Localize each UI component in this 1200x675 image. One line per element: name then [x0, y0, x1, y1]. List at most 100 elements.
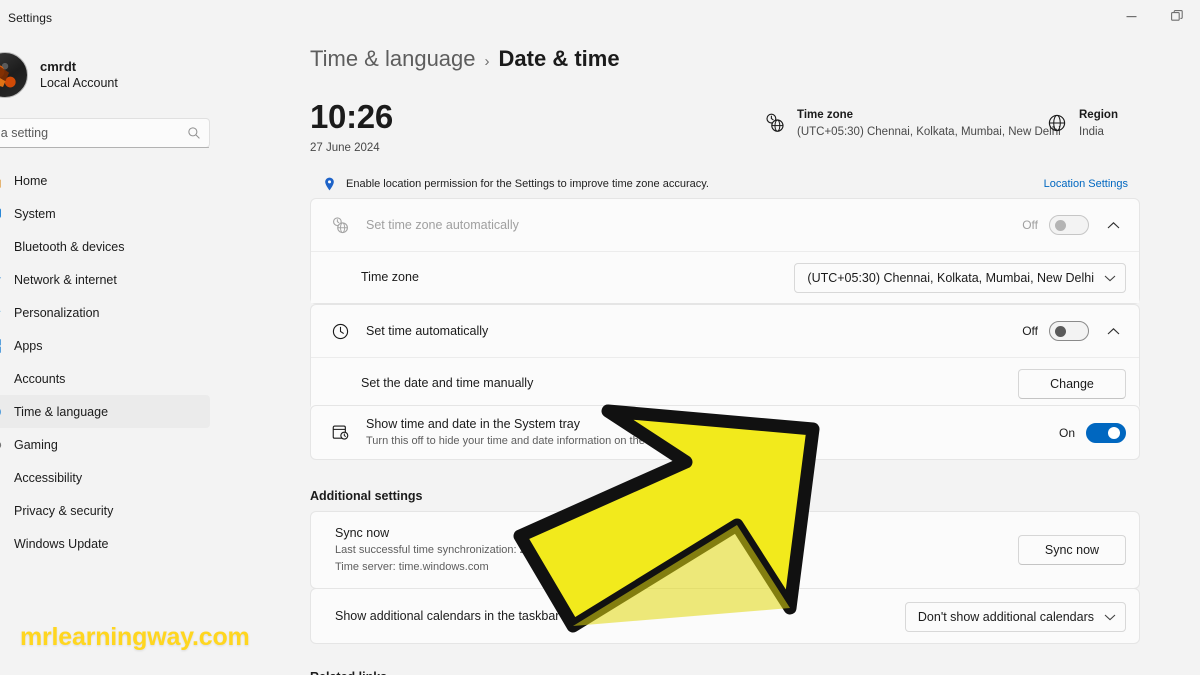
clock-globe-icon — [766, 113, 784, 132]
sidebar-item-personalization[interactable]: Personalization — [0, 296, 210, 329]
sidebar-item-label: Accounts — [14, 371, 66, 386]
sidebar-item-system[interactable]: System — [0, 197, 210, 230]
location-settings-link[interactable]: Location Settings — [1044, 178, 1128, 190]
system-tray-description: Turn this off to hide your time and date… — [366, 435, 684, 448]
sidebar-item-label: Network & internet — [14, 272, 117, 287]
search-input[interactable]: Find a setting — [0, 118, 210, 148]
search-placeholder: Find a setting — [0, 126, 49, 140]
windows-update-icon — [0, 536, 2, 552]
location-permission-banner: Enable location permission for the Setti… — [310, 170, 1140, 197]
privacy-icon — [0, 503, 2, 519]
additional-settings-heading: Additional settings — [310, 489, 423, 503]
sidebar-item-network-internet[interactable]: Network & internet — [0, 263, 210, 296]
sidebar-item-windows-update[interactable]: Windows Update — [0, 527, 210, 560]
settings-window: Settings cmrdt Local Account a setting H… — [0, 0, 1200, 675]
system-icon — [0, 208, 1, 218]
gaming-icon — [0, 441, 2, 448]
set-time-automatically-label: Set time automatically — [366, 323, 489, 338]
sidebar-item-bluetooth-devices[interactable]: Bluetooth & devices — [0, 230, 210, 263]
sidebar-item-privacy-security[interactable]: Privacy & security — [0, 494, 210, 527]
home-icon — [0, 178, 1, 188]
sidebar-item-apps[interactable]: Apps — [0, 329, 210, 362]
current-time: 10:26 — [310, 98, 393, 135]
avatar — [0, 52, 28, 98]
chevron-up-icon — [1107, 327, 1119, 334]
clock-globe-icon — [333, 216, 348, 233]
banner-text: Enable location permission for the Setti… — [346, 177, 709, 190]
set-time-automatically-toggle[interactable] — [1049, 321, 1089, 341]
title-bar: Settings — [0, 0, 1200, 32]
system-tray-card: Show time and date in the System tray Tu… — [310, 405, 1140, 460]
breadcrumb-parent[interactable]: Time & language — [310, 46, 476, 72]
summary-row: Time zone (UTC+05:30) Chennai, Kolkata, … — [764, 107, 1184, 140]
globe-icon — [1048, 114, 1066, 132]
related-links-heading: Related links — [310, 670, 387, 675]
window-controls — [1108, 0, 1200, 32]
timezone-summary-value: (UTC+05:30) Chennai, Kolkata, Mumbai, Ne… — [797, 125, 1061, 138]
set-timezone-automatically-label: Set time zone automatically — [366, 217, 519, 232]
additional-calendars-row[interactable]: Show additional calendars in the taskbar… — [311, 589, 1139, 644]
profile-account-type: Local Account — [40, 76, 118, 91]
search-icon — [188, 127, 200, 139]
network-icon — [0, 276, 1, 279]
set-time-card: Set time automatically Off Set the date … — [310, 304, 1140, 410]
system-tray-toggle[interactable] — [1086, 422, 1126, 443]
timezone-summary: Time zone (UTC+05:30) Chennai, Kolkata, … — [764, 107, 1061, 140]
change-button[interactable]: Change — [1018, 368, 1126, 399]
restore-icon — [1171, 10, 1183, 21]
profile-card[interactable]: cmrdt Local Account — [0, 50, 212, 100]
sync-now-button[interactable]: Sync now — [1018, 535, 1126, 565]
additional-calendars-value: Don't show additional calendars — [917, 609, 1094, 624]
breadcrumb: Time & language › Date & time — [310, 46, 620, 72]
set-time-automatically-state: Off — [1022, 324, 1038, 338]
navigation-list: Home System Bluetooth & devices Network … — [0, 164, 210, 560]
clock-icon — [332, 323, 349, 339]
region-summary-value: India — [1079, 125, 1104, 138]
timezone-select-row: Time zone (UTC+05:30) Chennai, Kolkata, … — [311, 251, 1139, 303]
system-tray-state: On — [1058, 425, 1075, 440]
set-timezone-automatically-toggle[interactable] — [1049, 215, 1089, 235]
sidebar-item-label: Privacy & security — [14, 503, 114, 518]
chevron-down-icon — [1104, 614, 1116, 620]
sidebar: cmrdt Local Account Find a setting Home — [0, 32, 212, 675]
sidebar-item-label: Time & language — [14, 404, 109, 419]
sidebar-item-home[interactable]: Home — [0, 164, 210, 197]
set-time-automatically-row[interactable]: Set time automatically Off — [311, 305, 1139, 357]
restore-button[interactable] — [1154, 0, 1200, 32]
bluetooth-icon — [0, 239, 2, 255]
last-sync-text: Last successful time synchronization: 2 — [335, 544, 526, 557]
sidebar-item-label: Bluetooth & devices — [14, 239, 125, 254]
region-summary: Region India — [1046, 107, 1118, 140]
sidebar-item-accounts[interactable]: Accounts — [0, 362, 210, 395]
current-date: 27 June 2024 — [310, 142, 380, 154]
time-language-icon — [0, 408, 1, 415]
sidebar-item-time-language[interactable]: Time & language — [0, 395, 210, 428]
set-manually-label: Set the date and time manually — [361, 376, 534, 391]
sidebar-item-gaming[interactable]: Gaming — [0, 428, 210, 461]
additional-calendars-dropdown[interactable]: Don't show additional calendars — [904, 601, 1126, 632]
timezone-dropdown[interactable]: (UTC+05:30) Chennai, Kolkata, Mumbai, Ne… — [794, 262, 1126, 293]
sync-now-row[interactable]: Sync now Last successful time synchroniz… — [311, 512, 1139, 588]
page-title: Date & time — [498, 46, 620, 71]
apps-icon — [0, 338, 1, 353]
minimize-button[interactable] — [1108, 0, 1154, 32]
sidebar-item-label: Personalization — [14, 305, 100, 320]
sync-card: Sync now Last successful time synchroniz… — [310, 511, 1140, 589]
set-timezone-automatically-state: Off — [1022, 218, 1038, 232]
current-time-block: 10:26 27 June 2024 — [310, 100, 393, 154]
region-summary-title: Region — [1079, 109, 1118, 121]
chevron-up-icon — [1107, 221, 1119, 228]
set-timezone-automatically-row[interactable]: Set time zone automatically Off — [311, 199, 1139, 251]
sidebar-item-accessibility[interactable]: Accessibility — [0, 461, 210, 494]
sidebar-item-label: Apps — [14, 338, 43, 353]
accounts-icon — [0, 371, 2, 387]
accessibility-icon — [0, 470, 2, 486]
watermark: mrlearningway.com — [20, 623, 250, 651]
set-time-card-collapse-button[interactable] — [1100, 318, 1126, 344]
system-tray-row[interactable]: Show time and date in the System tray Tu… — [311, 406, 1139, 459]
additional-calendars-label: Show additional calendars in the taskbar — [335, 609, 560, 624]
breadcrumb-separator: › — [484, 53, 490, 70]
sidebar-item-label: Home — [14, 173, 48, 188]
timezone-card-collapse-button[interactable] — [1100, 212, 1126, 238]
sidebar-item-label: System — [14, 206, 56, 221]
